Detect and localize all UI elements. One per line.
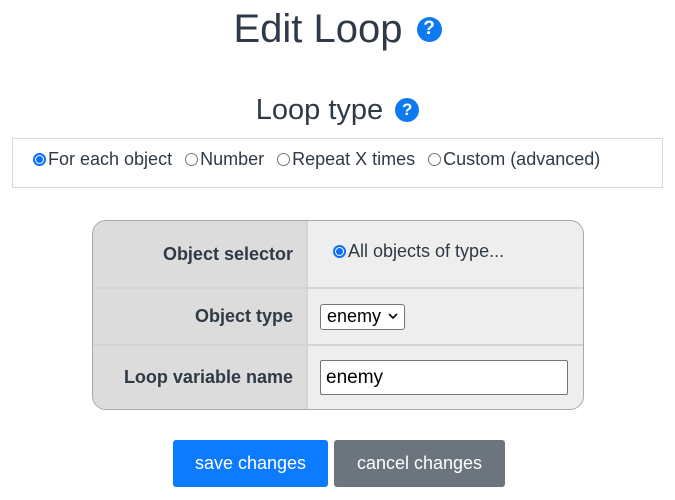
object-selector-value: All objects of type... [308, 221, 583, 287]
loop-type-help-icon[interactable]: ? [395, 98, 420, 122]
title-row: Edit Loop ? [0, 4, 675, 54]
radio-label: For each object [48, 149, 173, 169]
radio-number[interactable]: Number [185, 149, 264, 170]
loop-variable-value [308, 346, 583, 409]
radio-label: Repeat X times [292, 149, 416, 169]
object-selector-row: Object selector All objects of type... [93, 221, 583, 289]
radio-label: Custom (advanced) [443, 149, 601, 169]
radio-repeat-x-times[interactable]: Repeat X times [277, 149, 415, 170]
object-type-label: Object type [93, 289, 308, 344]
help-icon[interactable]: ? [416, 16, 442, 42]
loop-type-heading-row: Loop type ? [0, 90, 675, 130]
radio-label: All objects of type... [348, 241, 505, 261]
loop-variable-input[interactable] [320, 360, 568, 395]
loop-type-heading: Loop type [255, 93, 384, 126]
loop-variable-row: Loop variable name [93, 346, 583, 409]
radio-button-icon[interactable] [33, 153, 46, 166]
radio-button-icon[interactable] [185, 153, 199, 166]
object-selector-label: Object selector [93, 221, 308, 287]
radio-for-each-object[interactable]: For each object [33, 149, 172, 170]
radio-button-icon[interactable] [277, 153, 291, 166]
chevron-down-icon [388, 311, 398, 323]
loop-type-options: For each object Number Repeat X times Cu… [12, 138, 663, 188]
object-type-row: Object type enemy [93, 289, 583, 346]
loop-settings-table: Object selector All objects of type... O… [92, 220, 584, 410]
radio-custom-advanced[interactable]: Custom (advanced) [428, 149, 600, 170]
object-type-value: enemy [308, 289, 583, 344]
cancel-changes-button[interactable]: cancel changes [334, 440, 505, 487]
object-type-selected: enemy [327, 306, 382, 326]
action-buttons: save changes cancel changes [173, 440, 505, 487]
object-type-select[interactable]: enemy [320, 303, 406, 330]
radio-button-icon[interactable] [428, 153, 442, 166]
radio-label: Number [200, 149, 265, 169]
loop-variable-label: Loop variable name [93, 346, 308, 409]
save-changes-button[interactable]: save changes [173, 440, 328, 487]
radio-all-objects-of-type[interactable]: All objects of type... [333, 241, 504, 262]
page-title: Edit Loop [233, 6, 403, 51]
radio-button-icon[interactable] [333, 245, 346, 258]
